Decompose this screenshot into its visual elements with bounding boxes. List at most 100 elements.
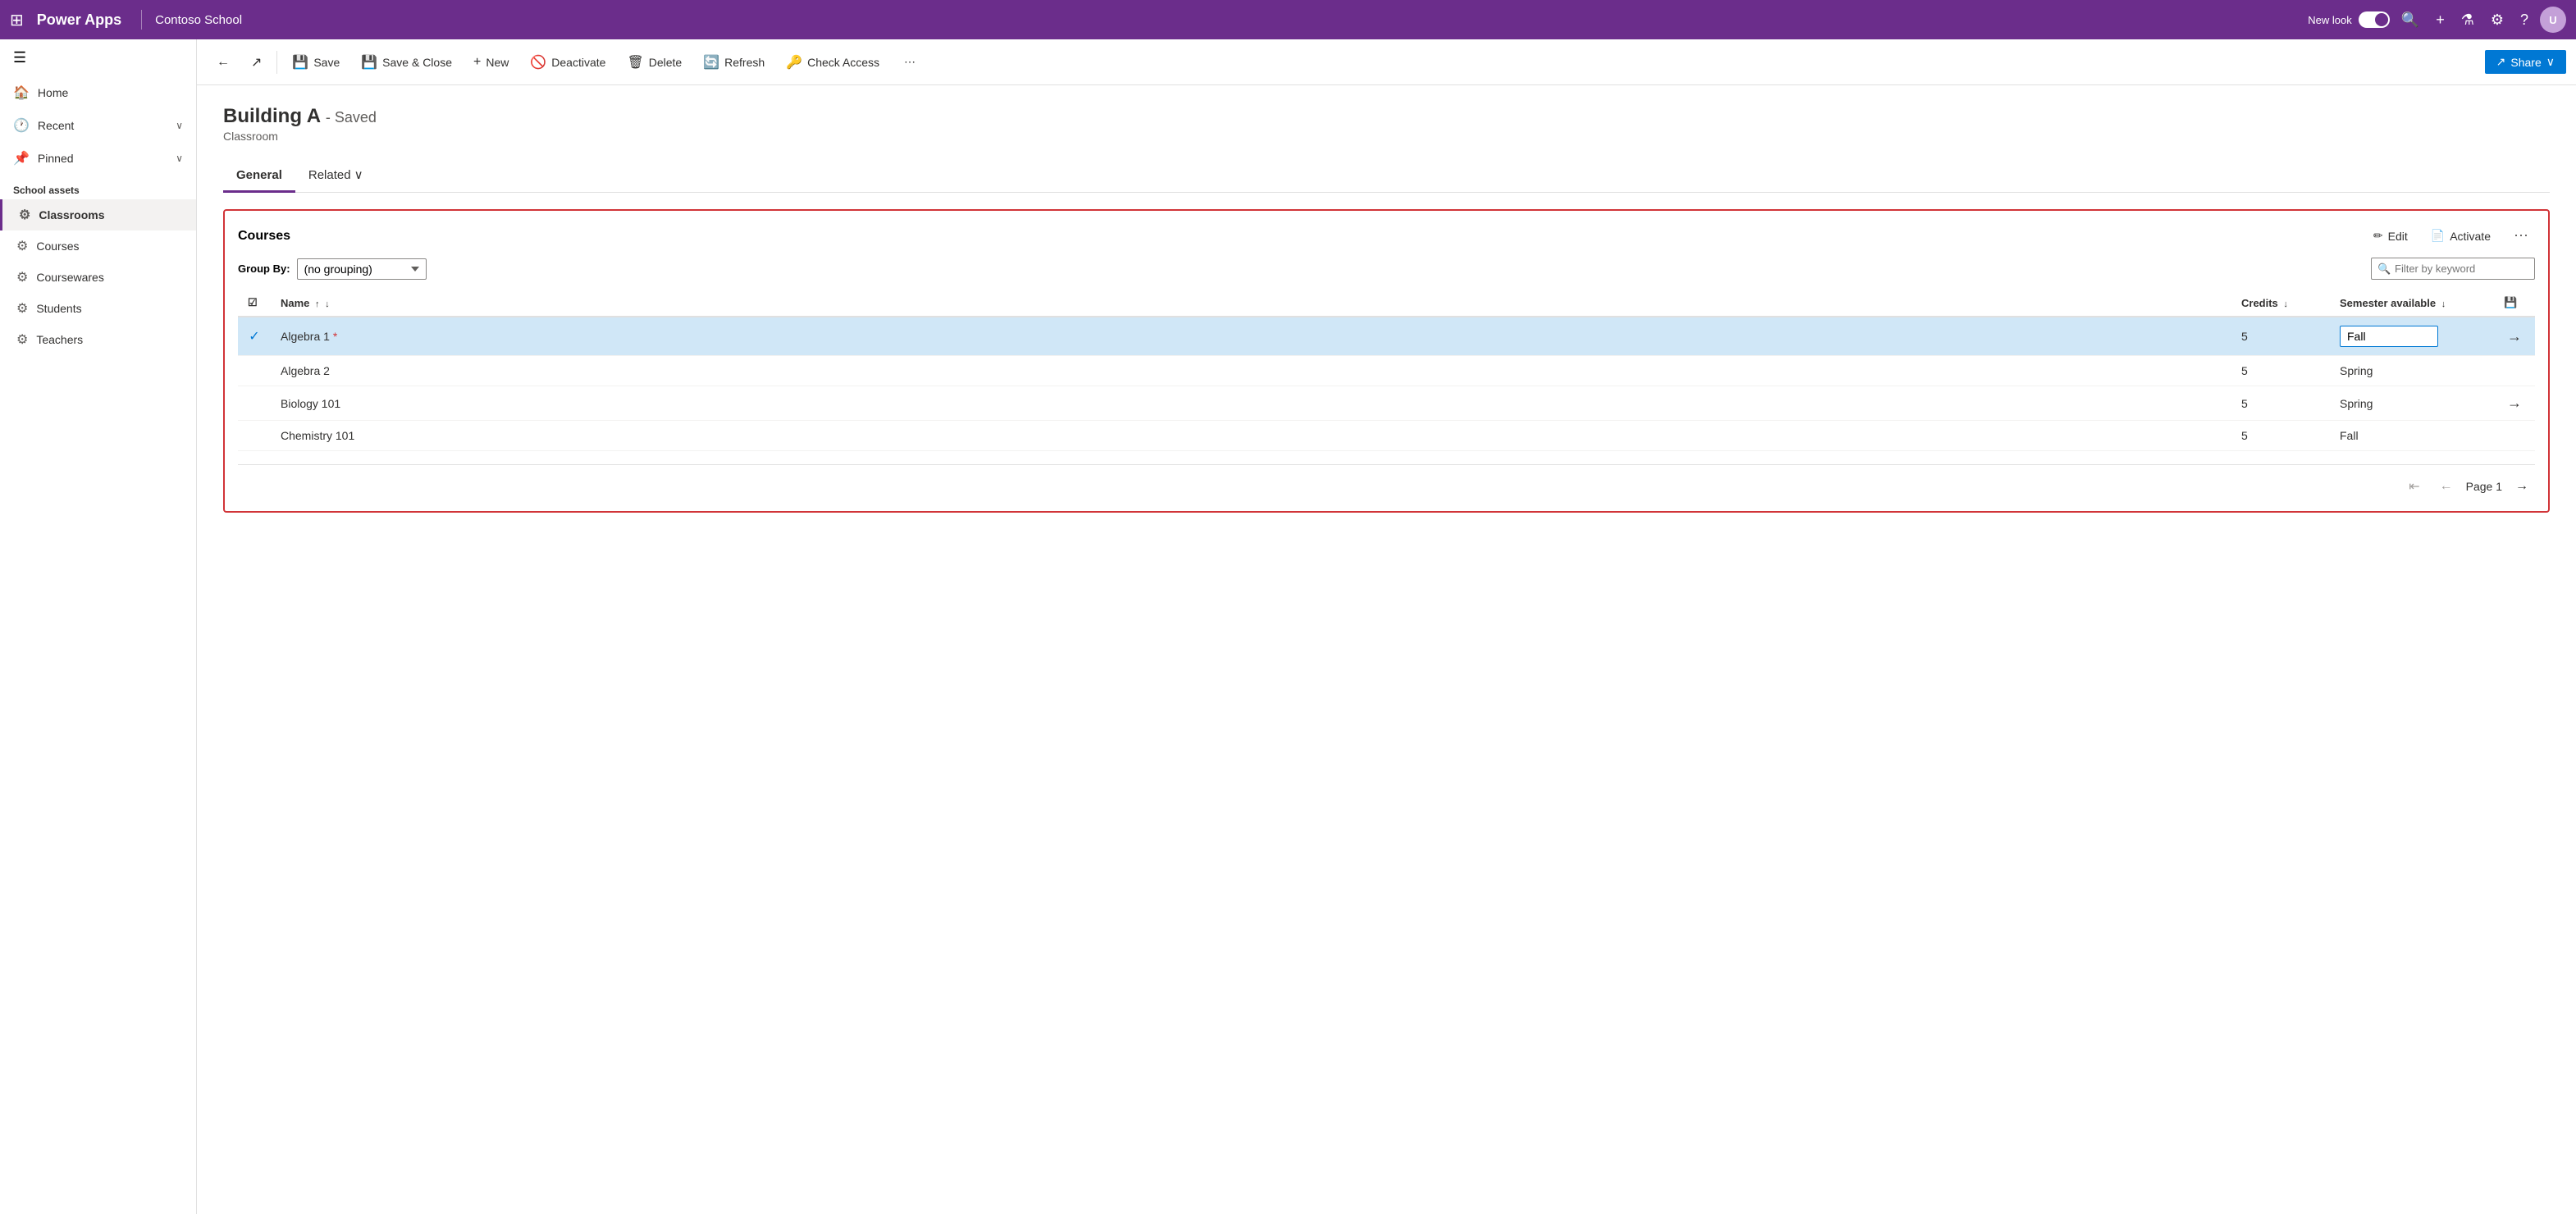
refresh-button[interactable]: 🔄 Refresh: [693, 49, 774, 75]
courses-more-button[interactable]: ⋯: [2507, 224, 2535, 248]
row-check-chemistry101[interactable]: [238, 421, 271, 451]
refresh-icon: 🔄: [703, 54, 719, 71]
row-credits-biology101: 5: [2231, 386, 2330, 421]
row-name-algebra2: Algebra 2: [271, 356, 2231, 386]
table-row[interactable]: Biology 101 5 Spring →: [238, 386, 2535, 421]
check-access-icon: 🔑: [786, 54, 802, 71]
table-row[interactable]: Algebra 2 5 Spring: [238, 356, 2535, 386]
pagination-first-button[interactable]: ⇤: [2402, 475, 2426, 498]
sidebar-item-home[interactable]: 🏠 Home: [0, 76, 196, 109]
waffle-icon[interactable]: ⊞: [10, 10, 24, 30]
row-check-algebra2[interactable]: [238, 356, 271, 386]
page-label: Page 1: [2466, 480, 2502, 493]
settings-icon[interactable]: ⚙: [2491, 11, 2504, 29]
related-tab-label: Related: [308, 168, 351, 182]
save-button[interactable]: 💾 Save: [282, 49, 349, 75]
algebra1-nav-arrow[interactable]: →: [2507, 328, 2522, 345]
filter-icon[interactable]: ⚗: [2461, 11, 2474, 29]
col-name[interactable]: Name ↑ ↓: [271, 290, 2231, 317]
courses-toolbar: Group By: (no grouping) Name Credits Sem…: [238, 258, 2535, 280]
col-check[interactable]: ☑: [238, 290, 271, 317]
courses-actions: ✏ Edit 📄 Activate ⋯: [2367, 224, 2535, 248]
search-icon[interactable]: 🔍: [2401, 11, 2419, 29]
courses-section-title: Courses: [238, 229, 2367, 244]
sidebar-item-pinned[interactable]: 📌 Pinned ∨: [0, 142, 196, 175]
filter-keyword-input[interactable]: [2371, 258, 2535, 280]
avatar[interactable]: U: [2540, 7, 2566, 33]
back-button[interactable]: ←: [207, 50, 240, 75]
sidebar-item-classrooms[interactable]: ⚙ Classrooms: [0, 199, 196, 230]
group-by-area: Group By: (no grouping) Name Credits Sem…: [238, 258, 427, 280]
coursewares-label: Coursewares: [36, 271, 103, 284]
help-icon[interactable]: ?: [2520, 11, 2528, 29]
share-button[interactable]: ↗ Share ∨: [2485, 50, 2566, 74]
semester-edit-input[interactable]: [2340, 326, 2438, 347]
deactivate-button[interactable]: 🚫 Deactivate: [520, 49, 615, 75]
pagination-prev-button[interactable]: ←: [2433, 476, 2460, 497]
group-by-select[interactable]: (no grouping) Name Credits Semester avai…: [297, 258, 427, 280]
sidebar-item-students[interactable]: ⚙ Students: [0, 293, 196, 324]
courses-table-header-row: ☑ Name ↑ ↓ Credits ↓: [238, 290, 2535, 317]
save-columns-icon[interactable]: 💾: [2504, 296, 2517, 308]
row-semester-algebra1[interactable]: [2330, 317, 2494, 356]
record-subtitle: Classroom: [223, 130, 2550, 143]
new-button[interactable]: + New: [464, 50, 518, 75]
save-close-icon: 💾: [361, 54, 377, 71]
col-semester[interactable]: Semester available ↓: [2330, 290, 2494, 317]
recent-icon: 🕐: [13, 117, 30, 134]
check-access-button[interactable]: 🔑 Check Access: [776, 49, 889, 75]
courses-table-head: ☑ Name ↑ ↓ Credits ↓: [238, 290, 2535, 317]
row-check-biology101[interactable]: [238, 386, 271, 421]
open-record-icon: ↗: [251, 54, 262, 71]
name-sort-desc-icon[interactable]: ↓: [325, 299, 330, 309]
pagination: ⇤ ← Page 1 →: [238, 464, 2535, 498]
save-icon: 💾: [292, 54, 308, 71]
command-bar: ← ↗ 💾 Save 💾 Save & Close + New 🚫 Deacti…: [197, 39, 2576, 85]
sidebar-item-teachers[interactable]: ⚙ Teachers: [0, 324, 196, 355]
algebra1-name: Algebra 1: [281, 330, 330, 343]
courses-table: ☑ Name ↑ ↓ Credits ↓: [238, 290, 2535, 451]
main-content: ← ↗ 💾 Save 💾 Save & Close + New 🚫 Deacti…: [197, 39, 2576, 1214]
delete-button[interactable]: 🗑 Delete: [617, 49, 692, 75]
check-access-label: Check Access: [807, 56, 879, 69]
open-button[interactable]: ↗: [241, 49, 272, 75]
credits-sort-icon[interactable]: ↓: [2283, 299, 2288, 309]
select-all-checkbox[interactable]: ☑: [248, 296, 258, 308]
edit-courses-button[interactable]: ✏ Edit: [2367, 226, 2414, 246]
related-chevron-icon: ∨: [354, 167, 363, 182]
add-icon[interactable]: +: [2436, 11, 2445, 29]
new-look-toggle[interactable]: [2359, 11, 2390, 28]
filter-keyword-icon: 🔍: [2377, 262, 2391, 276]
sidebar-item-recent[interactable]: 🕐 Recent ∨: [0, 109, 196, 142]
table-row[interactable]: ✓ Algebra 1 * 5 →: [238, 317, 2535, 356]
algebra1-checkbox[interactable]: ✓: [249, 330, 259, 344]
tab-related[interactable]: Related ∨: [295, 159, 377, 193]
biology101-nav-arrow[interactable]: →: [2507, 395, 2522, 411]
row-semester-biology101: Spring: [2330, 386, 2494, 421]
col-name-label: Name: [281, 297, 309, 309]
tab-general[interactable]: General: [223, 160, 295, 193]
sidebar-hamburger[interactable]: ☰: [0, 39, 196, 76]
name-sort-asc-icon[interactable]: ↑: [315, 299, 320, 309]
top-nav: ⊞ Power Apps Contoso School New look 🔍 +…: [0, 0, 2576, 39]
pagination-next-button[interactable]: →: [2509, 476, 2535, 497]
courses-nav-label: Courses: [36, 240, 79, 253]
sidebar-item-courses[interactable]: ⚙ Courses: [0, 230, 196, 262]
semester-sort-icon[interactable]: ↓: [2441, 299, 2446, 309]
edit-courses-icon: ✏: [2373, 229, 2383, 243]
filter-input-wrap: 🔍: [2371, 258, 2535, 280]
table-row[interactable]: Chemistry 101 5 Fall: [238, 421, 2535, 451]
refresh-label: Refresh: [724, 56, 765, 69]
row-credits-chemistry101: 5: [2231, 421, 2330, 451]
row-check-algebra1[interactable]: ✓: [238, 317, 271, 356]
activate-courses-label: Activate: [2450, 230, 2491, 243]
algebra1-required-icon: *: [333, 330, 337, 343]
row-nav-biology101[interactable]: →: [2494, 386, 2535, 421]
activate-courses-button[interactable]: 📄 Activate: [2424, 226, 2497, 246]
sidebar-item-coursewares[interactable]: ⚙ Coursewares: [0, 262, 196, 293]
save-close-button[interactable]: 💾 Save & Close: [351, 49, 462, 75]
more-commands-button[interactable]: ⋯: [894, 50, 925, 74]
col-credits[interactable]: Credits ↓: [2231, 290, 2330, 317]
row-nav-algebra1[interactable]: →: [2494, 317, 2535, 356]
row-name-chemistry101: Chemistry 101: [271, 421, 2231, 451]
